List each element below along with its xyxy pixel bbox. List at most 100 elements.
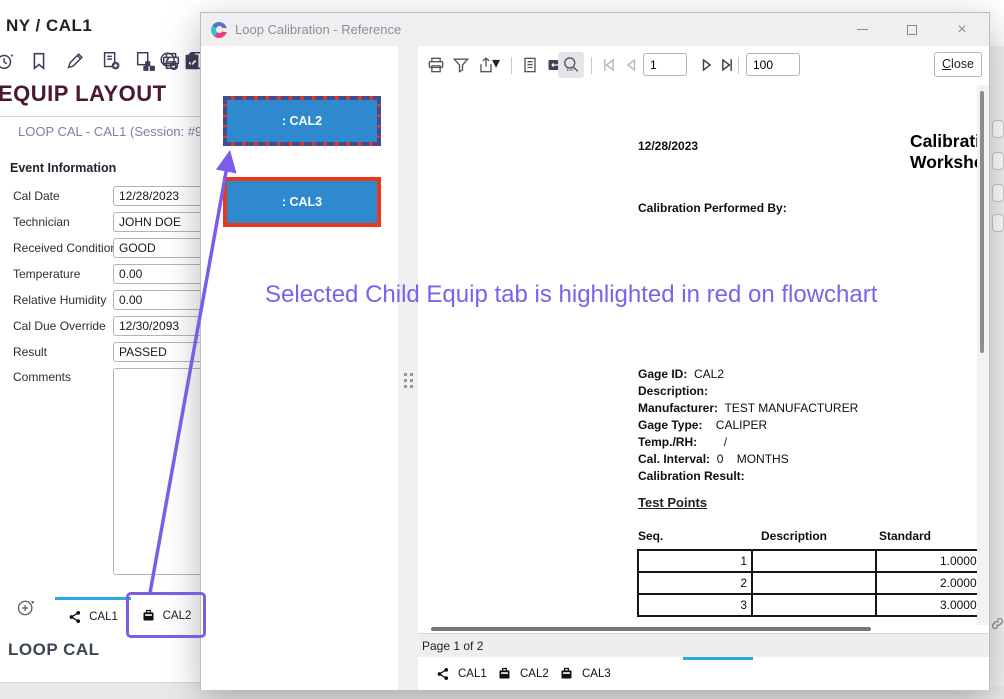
bookmark-icon[interactable] bbox=[28, 50, 50, 72]
close-icon[interactable]: × bbox=[947, 18, 977, 42]
cell-standard: 2.000000 bbox=[876, 572, 989, 594]
dialog-tabbar: CAL1 CAL2 CAL3 bbox=[418, 657, 989, 690]
info-value: CAL2 bbox=[687, 367, 724, 381]
cell-seq: 1 bbox=[638, 550, 752, 572]
last-page-icon[interactable] bbox=[717, 55, 737, 75]
field-label: Temperature bbox=[13, 267, 80, 281]
col-header: Seq. bbox=[638, 529, 663, 543]
info-label: Calibration Result: bbox=[638, 469, 745, 483]
tab-label: CAL3 bbox=[582, 668, 611, 680]
field-label: Received Condition bbox=[13, 241, 117, 255]
performed-by-label: Calibration Performed By: bbox=[638, 201, 787, 215]
breadcrumb: NY / CAL1 bbox=[6, 16, 92, 36]
loop-calibration-dialog: Loop Calibration - Reference × CAL1 : CA… bbox=[200, 12, 990, 690]
cell-description bbox=[752, 594, 876, 616]
dialog-title: Loop Calibration - Reference bbox=[235, 22, 401, 37]
app-logo-icon bbox=[211, 22, 227, 38]
dialog-tab-cal1[interactable]: CAL1 bbox=[436, 657, 487, 690]
prev-page-icon[interactable] bbox=[622, 55, 642, 75]
info-value: 0 MONTHS bbox=[710, 452, 789, 466]
cell-description bbox=[752, 572, 876, 594]
field-label: Cal Due Override bbox=[13, 319, 106, 333]
comments-textarea[interactable] bbox=[113, 368, 209, 575]
cell-seq: 3 bbox=[638, 594, 752, 616]
share-icon bbox=[68, 610, 82, 624]
page-count: Page 1 of 2 bbox=[422, 639, 483, 653]
document-flow-icon[interactable] bbox=[134, 50, 156, 72]
horizontal-scrollbar-thumb[interactable] bbox=[431, 627, 871, 631]
cell-description bbox=[752, 550, 876, 572]
separator bbox=[738, 57, 739, 74]
active-tab-indicator bbox=[683, 657, 753, 660]
page-title: EQUIP LAYOUT bbox=[0, 81, 167, 107]
annotation-highlight-box bbox=[126, 592, 206, 638]
cal-date-input[interactable] bbox=[113, 186, 209, 206]
close-button[interactable]: Close bbox=[934, 52, 982, 77]
field-label: Comments bbox=[13, 370, 71, 384]
vertical-scrollbar-thumb[interactable] bbox=[980, 91, 984, 353]
dialog-tab-cal2[interactable]: CAL2 bbox=[497, 657, 549, 690]
svg-text:100: 100 bbox=[566, 67, 574, 72]
zoom-100-icon[interactable]: 100 bbox=[561, 55, 581, 75]
flowchart-node-cal2[interactable]: : CAL2 bbox=[223, 96, 381, 146]
separator bbox=[591, 57, 592, 74]
tab-label: CAL1 bbox=[89, 611, 118, 623]
briefcase-icon bbox=[497, 666, 512, 681]
document-add-icon[interactable] bbox=[100, 50, 122, 72]
page-number-input[interactable] bbox=[643, 53, 687, 76]
dialog-tab-cal3[interactable]: CAL3 bbox=[559, 657, 611, 690]
first-page-icon[interactable] bbox=[599, 55, 619, 75]
next-page-icon[interactable] bbox=[696, 55, 716, 75]
panel-splitter[interactable] bbox=[398, 46, 418, 690]
info-label: Description: bbox=[638, 384, 708, 398]
zoom-level-input[interactable] bbox=[746, 53, 800, 76]
filter-icon[interactable] bbox=[451, 55, 471, 75]
field-label: Cal Date bbox=[13, 189, 60, 203]
info-value: / bbox=[697, 435, 727, 449]
temperature-input[interactable] bbox=[113, 264, 209, 284]
info-label: Manufacturer: bbox=[638, 401, 718, 415]
cal-due-override-input[interactable] bbox=[113, 316, 209, 336]
field-label: Relative Humidity bbox=[13, 293, 106, 307]
maximize-icon[interactable] bbox=[897, 18, 927, 42]
field-end bbox=[992, 152, 1004, 170]
flowchart-node-cal3[interactable]: : CAL3 bbox=[223, 177, 381, 227]
info-value: TEST MANUFACTURER bbox=[718, 401, 858, 415]
annotation-text: Selected Child Equip tab is highlighted … bbox=[265, 281, 877, 309]
tab-cal1[interactable]: CAL1 bbox=[55, 597, 131, 634]
node-label: : CAL2 bbox=[282, 114, 322, 128]
info-label: Cal. Interval: bbox=[638, 452, 710, 466]
received-condition-input[interactable] bbox=[113, 238, 209, 258]
separator bbox=[511, 57, 512, 74]
dialog-titlebar[interactable]: Loop Calibration - Reference × bbox=[201, 13, 989, 46]
field-end bbox=[992, 214, 1004, 232]
printer-icon[interactable] bbox=[160, 50, 182, 72]
info-label: Temp./RH: bbox=[638, 435, 697, 449]
test-points-table: 1 1.000000 1.015000 2 2.000000 2.015000 … bbox=[637, 549, 989, 623]
page-view-icon[interactable] bbox=[520, 55, 540, 75]
edit-icon[interactable] bbox=[64, 50, 86, 72]
technician-input[interactable] bbox=[113, 212, 209, 232]
table-row: 1 1.000000 1.015000 bbox=[638, 550, 989, 572]
node-label: : CAL3 bbox=[282, 195, 322, 209]
minimize-icon[interactable] bbox=[847, 18, 877, 42]
history-icon[interactable] bbox=[0, 50, 16, 72]
flowchart-panel: CAL1 : CAL2 : CAL3 bbox=[201, 46, 398, 690]
report-statusbar: Page 1 of 2 bbox=[418, 633, 989, 657]
relative-humidity-input[interactable] bbox=[113, 290, 209, 310]
chain-icon[interactable] bbox=[990, 616, 1004, 631]
info-label: Gage ID: bbox=[638, 367, 687, 381]
table-row: 3 3.000000 3.015000 bbox=[638, 594, 989, 616]
table-row: 2 2.000000 2.015000 bbox=[638, 572, 989, 594]
result-input[interactable] bbox=[113, 342, 209, 362]
add-circle-icon[interactable] bbox=[16, 598, 36, 618]
info-label: Gage Type: bbox=[638, 418, 702, 432]
report-page: 12/28/2023 Calibration Worksheet Calibra… bbox=[418, 85, 989, 625]
print-icon[interactable] bbox=[426, 55, 446, 75]
export-dropdown-caret-icon[interactable]: ▾ bbox=[492, 53, 500, 61]
share-icon bbox=[436, 667, 450, 681]
field-label: Technician bbox=[13, 215, 70, 229]
report-toolbar: ▾ 100 bbox=[418, 47, 989, 85]
splitter-grip-icon[interactable] bbox=[404, 373, 413, 388]
tab-label: CAL2 bbox=[520, 668, 549, 680]
